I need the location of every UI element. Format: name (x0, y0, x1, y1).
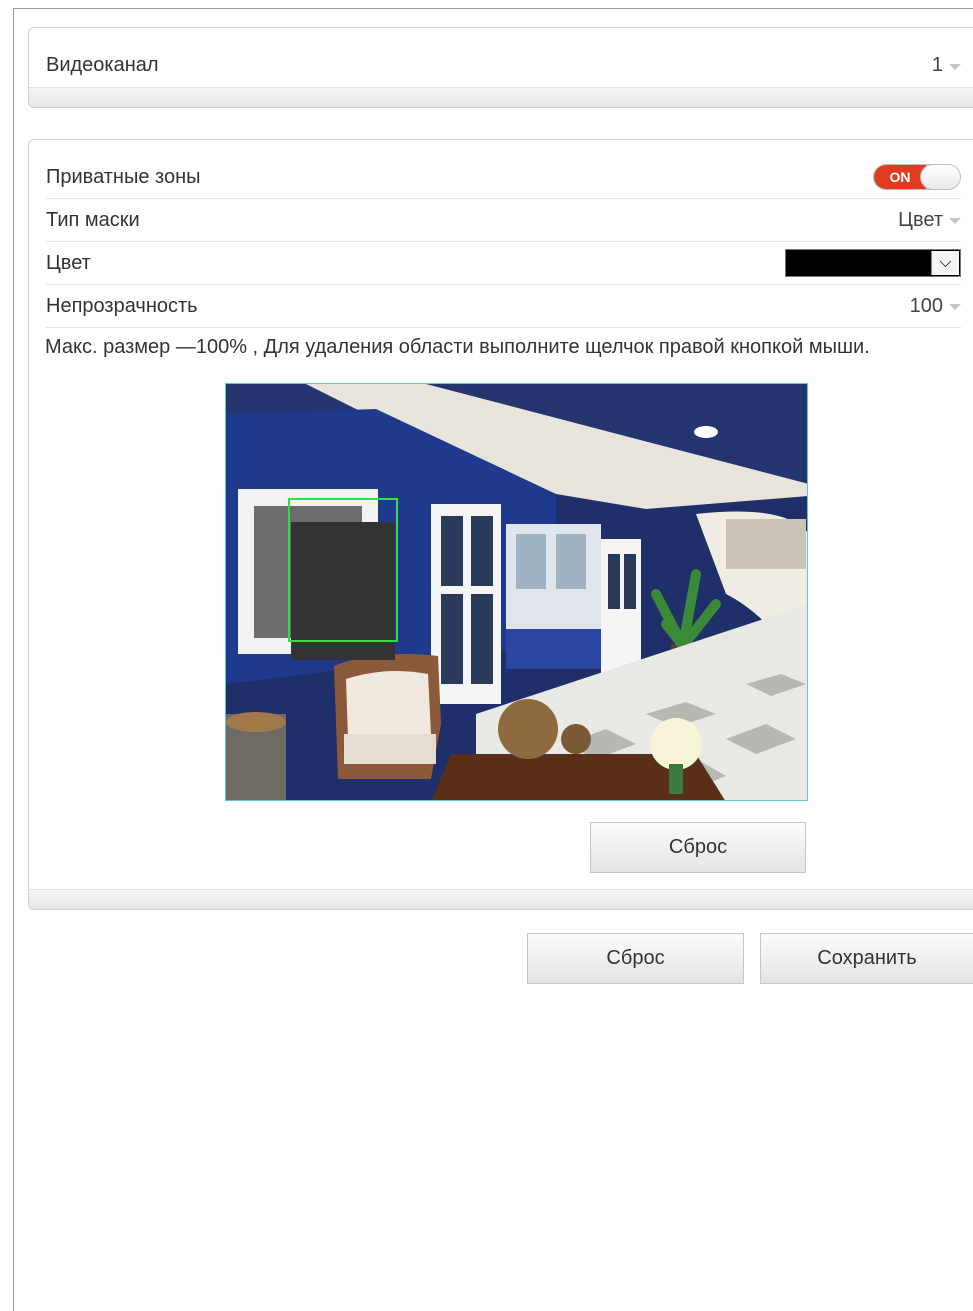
privacy-zones-label: Приватные зоны (46, 165, 201, 188)
privacy-zones-row: Приватные зоны ON (46, 156, 961, 199)
channel-row: Видеоканал 1 (46, 44, 961, 87)
mask-type-row: Тип маски Цвет (46, 199, 961, 242)
privacy-zones-toggle[interactable]: ON (873, 164, 961, 190)
color-select[interactable]: ⌵ (785, 249, 961, 277)
toggle-knob (920, 165, 960, 189)
chevron-down-icon: ⌵ (931, 251, 959, 275)
opacity-label: Непрозрачность (46, 294, 198, 317)
save-button[interactable]: Сохранить (760, 933, 973, 984)
camera-image (226, 384, 807, 800)
chevron-down-icon (949, 218, 961, 224)
channel-select[interactable]: 1 (932, 54, 961, 77)
panel-footer (29, 889, 973, 909)
mask-type-value: Цвет (898, 208, 943, 231)
mask-type-label: Тип маски (46, 208, 140, 231)
toggle-on-label: ON (874, 165, 926, 189)
channel-value: 1 (931, 54, 943, 76)
opacity-row: Непрозрачность 100 (46, 285, 961, 328)
reset-button[interactable]: Сброс (527, 933, 744, 984)
opacity-value: 100 (909, 294, 943, 317)
privacy-hint: Макс. размер —100% , Для удаления област… (45, 336, 870, 358)
chevron-down-icon (949, 304, 961, 310)
zone-reset-button[interactable]: Сброс (590, 822, 806, 873)
channel-label: Видеоканал (46, 54, 159, 76)
color-label: Цвет (46, 251, 91, 274)
channel-panel: Видеоканал 1 (28, 27, 973, 108)
mask-type-select[interactable]: Цвет (898, 209, 961, 232)
chevron-down-icon (949, 63, 961, 70)
video-preview[interactable] (225, 383, 808, 801)
opacity-select[interactable]: 100 (910, 295, 961, 318)
panel-footer (29, 87, 973, 107)
color-row: Цвет ⌵ (46, 242, 961, 285)
privacy-mask-fill (291, 522, 395, 660)
